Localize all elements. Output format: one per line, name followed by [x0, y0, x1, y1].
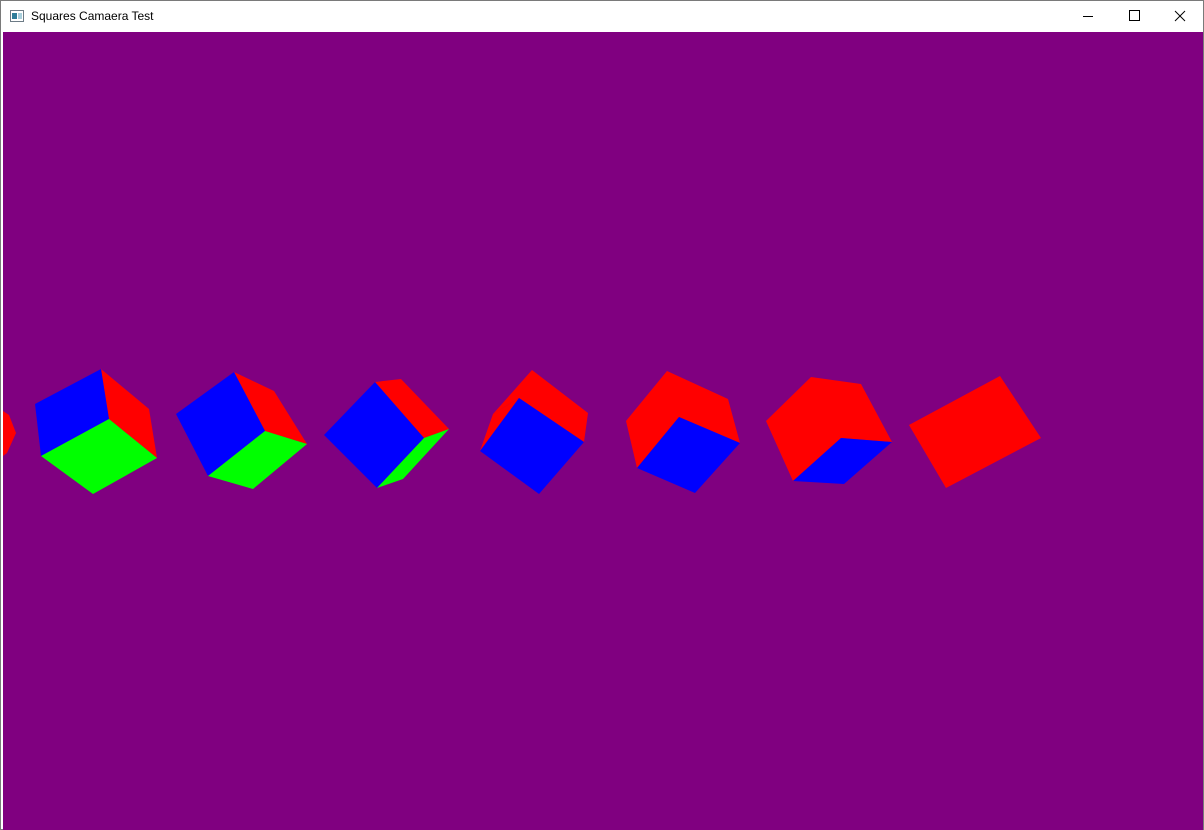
maximize-button[interactable]: [1111, 1, 1157, 31]
app-window: Squares Camaera Test: [0, 0, 1204, 830]
maximize-icon: [1129, 10, 1140, 21]
minimize-icon: [1083, 16, 1093, 17]
scene-canvas: [3, 32, 1203, 830]
window-title: Squares Camaera Test: [31, 9, 154, 23]
close-icon: [1174, 10, 1186, 22]
title-bar[interactable]: Squares Camaera Test: [1, 1, 1203, 31]
minimize-button[interactable]: [1065, 1, 1111, 31]
close-button[interactable]: [1157, 1, 1203, 31]
render-viewport[interactable]: [3, 32, 1203, 830]
app-icon: [10, 9, 24, 22]
